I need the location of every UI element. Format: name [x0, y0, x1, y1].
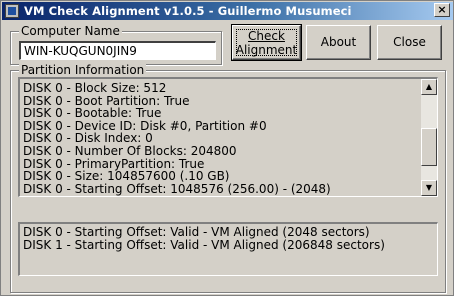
list-item[interactable]: DISK 0 - Bootable: True — [23, 107, 421, 120]
details-scrollbar[interactable]: ▲ ▼ — [421, 79, 437, 196]
close-button-label: Close — [393, 35, 426, 49]
focus-rect — [236, 29, 297, 56]
alignment-results-list[interactable]: DISK 0 - Starting Offset: Valid - VM Ali… — [18, 222, 438, 276]
about-button-label: About — [320, 35, 357, 49]
about-button[interactable]: About — [306, 25, 371, 60]
partition-information-label: Partition Information — [19, 63, 147, 77]
close-icon[interactable]: × — [434, 3, 450, 17]
computer-name-input[interactable] — [19, 41, 216, 60]
computer-name-label: Computer Name — [19, 24, 122, 38]
close-button[interactable]: Close — [377, 25, 442, 60]
app-icon — [5, 4, 19, 18]
list-item[interactable]: DISK 1 - Starting Offset: Valid - VM Ali… — [23, 239, 433, 252]
window-title: VM Check Alignment v1.0.5 - Guillermo Mu… — [24, 4, 352, 18]
scrollbar-thumb[interactable] — [421, 128, 437, 166]
check-alignment-button[interactable]: Check Alignment — [231, 24, 302, 61]
partition-details-list[interactable]: DISK 0 - Block Size: 512 DISK 0 - Boot Pa… — [18, 77, 438, 197]
list-item[interactable]: DISK 0 - Size: 104857600 (.10 GB) — [23, 170, 421, 183]
list-item[interactable]: DISK 0 - Block Size: 512 — [23, 82, 421, 95]
app-window: VM Check Alignment v1.0.5 - Guillermo Mu… — [0, 0, 454, 296]
scroll-up-icon[interactable]: ▲ — [421, 79, 437, 95]
alignment-results-lines: DISK 0 - Starting Offset: Valid - VM Ali… — [23, 226, 433, 252]
list-item[interactable]: DISK 0 - Number Of Blocks: 204800 — [23, 145, 421, 158]
scroll-down-icon[interactable]: ▼ — [421, 180, 437, 196]
partition-details-lines: DISK 0 - Block Size: 512 DISK 0 - Boot Pa… — [23, 82, 421, 195]
list-item[interactable]: DISK 0 - Starting Offset: 1048576 (256.0… — [23, 183, 421, 196]
title-bar[interactable]: VM Check Alignment v1.0.5 - Guillermo Mu… — [2, 2, 453, 20]
